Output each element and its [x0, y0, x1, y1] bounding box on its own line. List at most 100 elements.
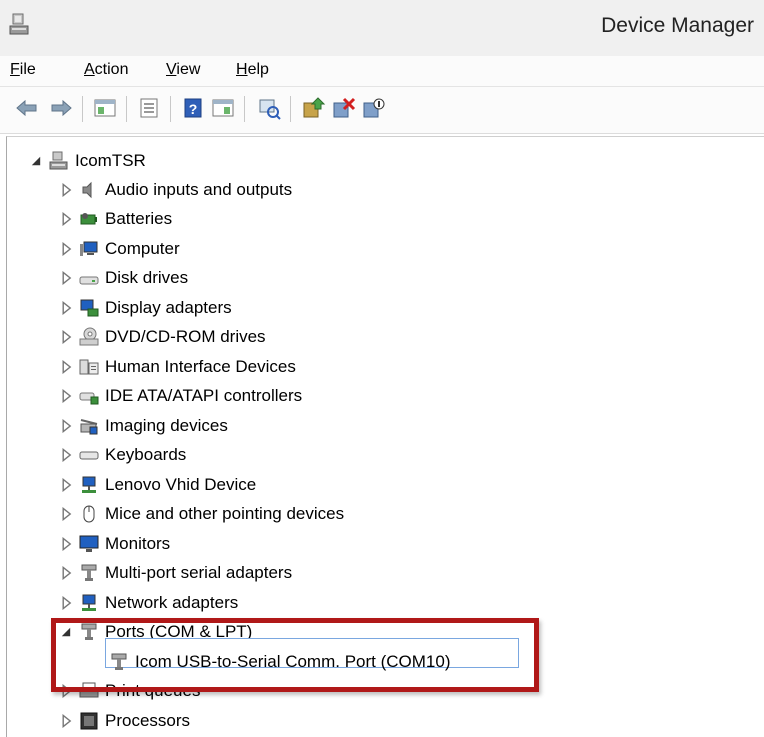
- uninstall-icon[interactable]: [330, 95, 356, 121]
- menu-help[interactable]: Help: [236, 61, 269, 79]
- menu-view-accesskey: V: [166, 61, 177, 78]
- expand-arrow-icon[interactable]: [59, 212, 73, 226]
- collapse-arrow-icon[interactable]: [59, 625, 73, 639]
- tree-item-processors[interactable]: Processors: [59, 707, 190, 735]
- hid-icon: [79, 359, 99, 375]
- expand-arrow-icon[interactable]: [59, 330, 73, 344]
- forward-icon[interactable]: [48, 95, 74, 121]
- processor-icon: [80, 712, 98, 730]
- expand-arrow-icon[interactable]: [59, 183, 73, 197]
- show-hide-console-tree-icon[interactable]: [92, 95, 118, 121]
- tree-item-mice[interactable]: Mice and other pointing devices: [59, 500, 344, 528]
- tree-item-label: Batteries: [105, 209, 173, 228]
- tree-item-monitors[interactable]: Monitors: [59, 530, 170, 558]
- mouse-icon: [83, 505, 95, 523]
- toolbar-separator: [290, 96, 291, 122]
- menu-view-label: iew: [176, 61, 201, 78]
- expand-arrow-icon[interactable]: [59, 360, 73, 374]
- expand-arrow-icon[interactable]: [59, 684, 73, 698]
- tree-item-batteries[interactable]: Batteries: [59, 205, 172, 233]
- device-tree[interactable]: IcomTSR Audio inputs and outputs Batteri…: [6, 136, 764, 737]
- menu-bar: File Action View Help: [0, 56, 764, 87]
- tree-item-disk-drives[interactable]: Disk drives: [59, 264, 188, 292]
- tree-item-label: Imaging devices: [105, 416, 228, 435]
- expand-arrow-icon[interactable]: [59, 596, 73, 610]
- expand-arrow-icon[interactable]: [59, 242, 73, 256]
- keyboard-icon: [79, 451, 99, 460]
- expand-arrow-icon[interactable]: [59, 537, 73, 551]
- printer-icon: [79, 682, 99, 698]
- expand-arrow-icon[interactable]: [59, 714, 73, 728]
- menu-help-label: elp: [247, 61, 269, 78]
- imaging-device-icon: [80, 419, 98, 435]
- expand-arrow-icon[interactable]: [59, 389, 73, 403]
- disk-drive-icon: [79, 276, 99, 285]
- device-manager-app-icon[interactable]: [8, 12, 32, 36]
- menu-action[interactable]: Action: [84, 61, 128, 79]
- title-bar[interactable]: Device Manager: [0, 0, 764, 56]
- tree-item-network[interactable]: Network adapters: [59, 589, 238, 617]
- action-pane-icon[interactable]: [210, 95, 236, 121]
- tree-item-imaging[interactable]: Imaging devices: [59, 412, 228, 440]
- tree-item-computer[interactable]: Computer: [59, 235, 180, 263]
- expand-arrow-icon[interactable]: [59, 478, 73, 492]
- tree-item-audio[interactable]: Audio inputs and outputs: [59, 176, 292, 204]
- expand-arrow-icon[interactable]: [59, 507, 73, 521]
- display-adapter-icon: [80, 299, 99, 317]
- tree-item-label: Monitors: [105, 534, 171, 553]
- tree-item-label: Mice and other pointing devices: [105, 504, 345, 523]
- menu-view[interactable]: View: [166, 61, 200, 79]
- expand-arrow-icon[interactable]: [59, 448, 73, 462]
- tree-item-ide[interactable]: IDE ATA/ATAPI controllers: [59, 382, 302, 410]
- tree-item-label: IDE ATA/ATAPI controllers: [105, 386, 303, 405]
- tree-root[interactable]: IcomTSR: [29, 147, 146, 175]
- expand-arrow-icon[interactable]: [59, 271, 73, 285]
- tree-item-label: Disk drives: [105, 268, 189, 287]
- tree-item-print-queues[interactable]: Print queues: [59, 677, 200, 705]
- port-icon: [111, 653, 127, 670]
- tree-item-display-adapters[interactable]: Display adapters: [59, 294, 232, 322]
- help-icon[interactable]: ?: [180, 95, 206, 121]
- menu-file-accesskey: F: [10, 61, 20, 78]
- menu-file-label: ile: [19, 61, 36, 78]
- port-icon: [81, 623, 97, 640]
- tree-item-label: Lenovo Vhid Device: [105, 475, 257, 494]
- tree-root-label: IcomTSR: [75, 151, 146, 170]
- tree-item-label: Print queues: [105, 681, 201, 700]
- tree-item-label: Display adapters: [105, 298, 232, 317]
- tree-item-dvd[interactable]: DVD/CD-ROM drives: [59, 323, 266, 351]
- computer-root-icon: [49, 151, 68, 170]
- tree-item-label: Processors: [105, 711, 191, 730]
- disable-icon[interactable]: [360, 95, 386, 121]
- collapse-arrow-icon[interactable]: [29, 154, 43, 168]
- expand-arrow-icon[interactable]: [59, 566, 73, 580]
- toolbar-separator: [126, 96, 127, 122]
- tree-item-label: Network adapters: [105, 593, 239, 612]
- toolbar-separator: [170, 96, 171, 122]
- toolbar-separator: [244, 96, 245, 122]
- tree-item-lenovo-vhid[interactable]: Lenovo Vhid Device: [59, 471, 256, 499]
- tree-item-multiport[interactable]: Multi-port serial adapters: [59, 559, 292, 587]
- tree-item-label: Human Interface Devices: [105, 357, 296, 376]
- battery-icon: [80, 213, 97, 225]
- update-driver-icon[interactable]: [300, 95, 326, 121]
- menu-action-label: ction: [94, 61, 129, 78]
- menu-file[interactable]: File: [10, 61, 36, 79]
- computer-icon: [80, 241, 98, 256]
- tree-item-label: Multi-port serial adapters: [105, 563, 293, 582]
- expand-arrow-icon[interactable]: [59, 419, 73, 433]
- back-icon[interactable]: [14, 95, 40, 121]
- svg-text:?: ?: [189, 101, 198, 117]
- menu-action-accesskey: A: [84, 61, 95, 78]
- tree-item-label: Audio inputs and outputs: [105, 180, 293, 199]
- speaker-icon: [82, 181, 92, 199]
- tree-item-icom-usb-serial[interactable]: Icom USB-to-Serial Comm. Port (COM10): [109, 648, 451, 676]
- scan-hardware-changes-icon[interactable]: [256, 95, 282, 121]
- tree-item-hid[interactable]: Human Interface Devices: [59, 353, 296, 381]
- expand-arrow-icon[interactable]: [59, 301, 73, 315]
- dvd-drive-icon: [79, 327, 99, 346]
- properties-icon[interactable]: [136, 95, 162, 121]
- serial-port-icon: [81, 564, 97, 581]
- toolbar-separator: [82, 96, 83, 122]
- tree-item-keyboards[interactable]: Keyboards: [59, 441, 186, 469]
